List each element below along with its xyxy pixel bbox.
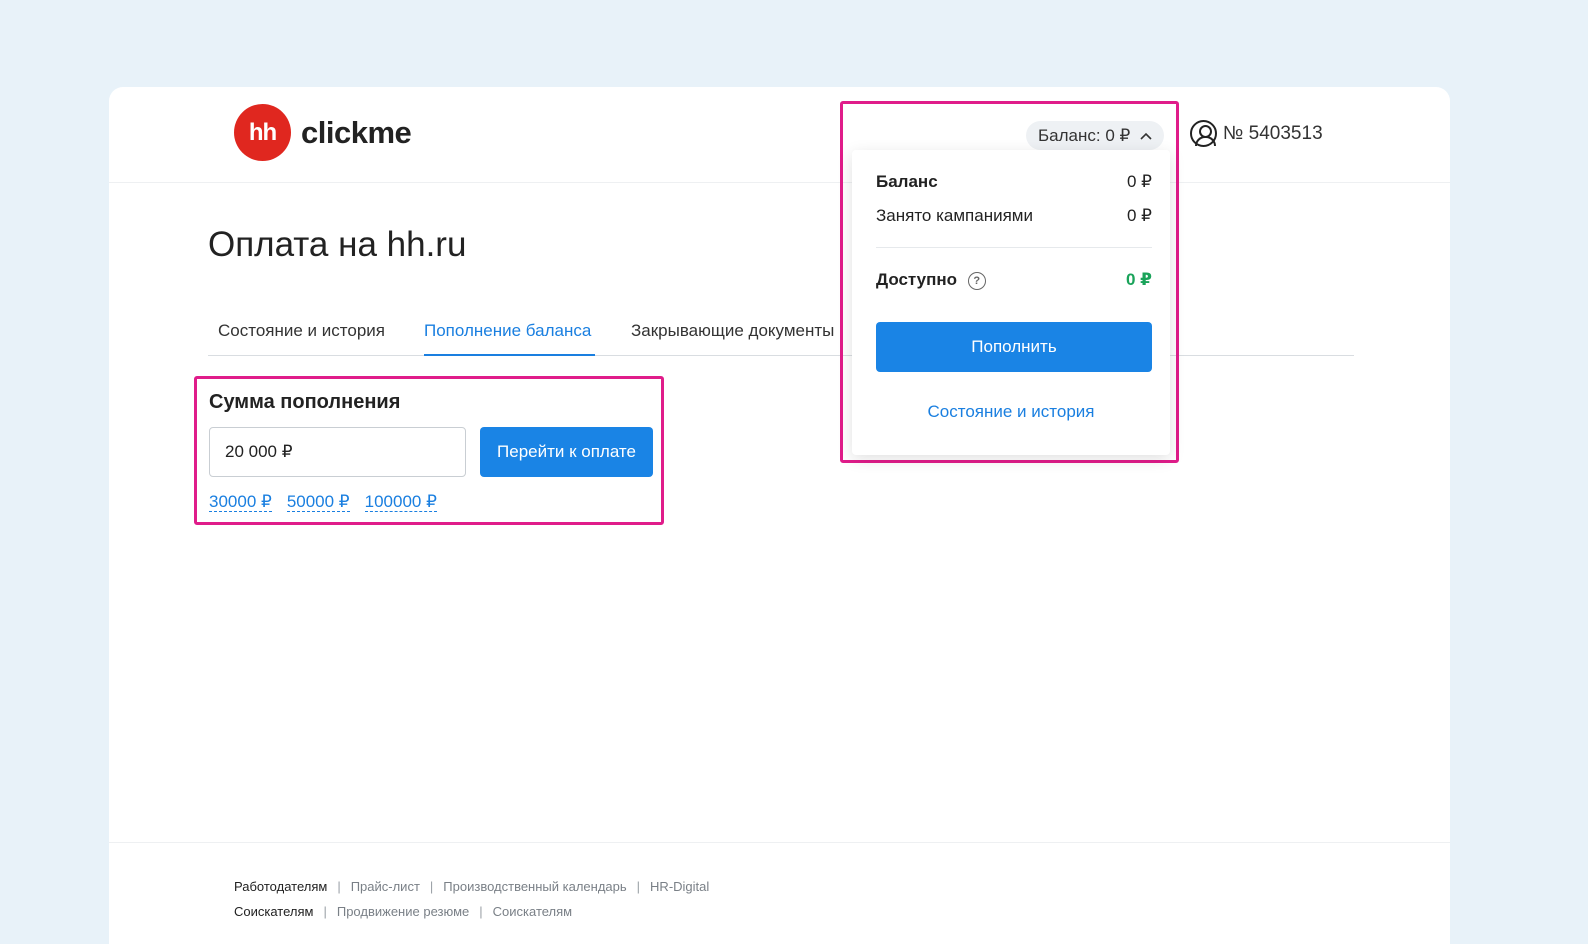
- footer-link-price-list[interactable]: Прайс-лист: [351, 879, 420, 894]
- footer-link-applicants[interactable]: Соискателям: [234, 904, 313, 919]
- available-value: 0 ₽: [1125, 270, 1152, 289]
- help-icon[interactable]: ?: [967, 271, 986, 290]
- footer: Работодателям | Прайс-лист | Производств…: [109, 842, 1450, 944]
- logo[interactable]: hh clickme: [234, 104, 412, 161]
- logo-badge: hh: [234, 104, 291, 161]
- topup-button[interactable]: Пополнить: [876, 322, 1152, 372]
- quick-amount-50000[interactable]: 50000 ₽: [286, 493, 350, 512]
- reserved-label: Занято кампаниями: [876, 206, 1033, 225]
- account-menu[interactable]: № 5403513: [1190, 120, 1323, 147]
- footer-link-applicants-2[interactable]: Соискателям: [493, 904, 572, 919]
- available-label-group: Доступно ?: [876, 270, 986, 290]
- quick-amount-100000[interactable]: 100000 ₽: [364, 493, 437, 512]
- page-title: Оплата на hh.ru: [208, 225, 467, 264]
- amount-input[interactable]: [209, 427, 466, 477]
- account-number: № 5403513: [1223, 122, 1323, 144]
- footer-separator: |: [636, 879, 641, 894]
- quick-amounts: 30000 ₽ 50000 ₽ 100000 ₽: [209, 493, 437, 512]
- footer-separator: |: [323, 904, 327, 919]
- active-tab-indicator: [424, 354, 595, 356]
- quick-amount-30000[interactable]: 30000 ₽: [209, 493, 272, 512]
- footer-separator: |: [337, 879, 341, 894]
- available-label: Доступно: [876, 270, 958, 289]
- balance-row: Баланс 0 ₽: [876, 172, 1152, 192]
- go-to-payment-button[interactable]: Перейти к оплате: [480, 427, 653, 477]
- balance-value: 0 ₽: [1127, 172, 1152, 191]
- dropdown-divider: [876, 247, 1152, 248]
- footer-separator: |: [429, 879, 434, 894]
- balance-dropdown: Баланс 0 ₽ Занято кампаниями 0 ₽ Доступн…: [852, 150, 1170, 455]
- footer-link-calendar[interactable]: Производственный календарь: [443, 879, 626, 894]
- tab-status-history[interactable]: Состояние и история: [218, 321, 385, 341]
- available-row: Доступно ? 0 ₽: [876, 270, 1152, 290]
- tabs-bar: Состояние и история Пополнение баланса З…: [208, 309, 1354, 356]
- logo-text: clickme: [301, 114, 412, 150]
- topup-section: Сумма пополнения Перейти к оплате 30000 …: [194, 376, 664, 525]
- footer-separator: |: [479, 904, 483, 919]
- user-icon: [1190, 120, 1217, 147]
- main-card: hh clickme Баланс: 0 ₽ № 5403513 Оплата …: [109, 87, 1450, 944]
- footer-row-applicants: Соискателям | Продвижение резюме | Соиск…: [234, 904, 572, 919]
- tab-closing-documents[interactable]: Закрывающие документы: [631, 321, 834, 341]
- footer-row-employers: Работодателям | Прайс-лист | Производств…: [234, 879, 709, 894]
- footer-link-resume-promotion[interactable]: Продвижение резюме: [337, 904, 469, 919]
- header: hh clickme Баланс: 0 ₽ № 5403513: [109, 87, 1450, 183]
- reserved-value: 0 ₽: [1127, 206, 1152, 225]
- reserved-row: Занято кампаниями 0 ₽: [876, 206, 1152, 226]
- footer-link-hr-digital[interactable]: HR-Digital: [650, 879, 709, 894]
- footer-link-employers[interactable]: Работодателям: [234, 879, 327, 894]
- balance-label: Баланс: [876, 172, 938, 191]
- status-history-link[interactable]: Состояние и история: [852, 402, 1170, 422]
- topup-title: Сумма пополнения: [209, 391, 401, 413]
- tab-topup[interactable]: Пополнение баланса: [424, 321, 591, 341]
